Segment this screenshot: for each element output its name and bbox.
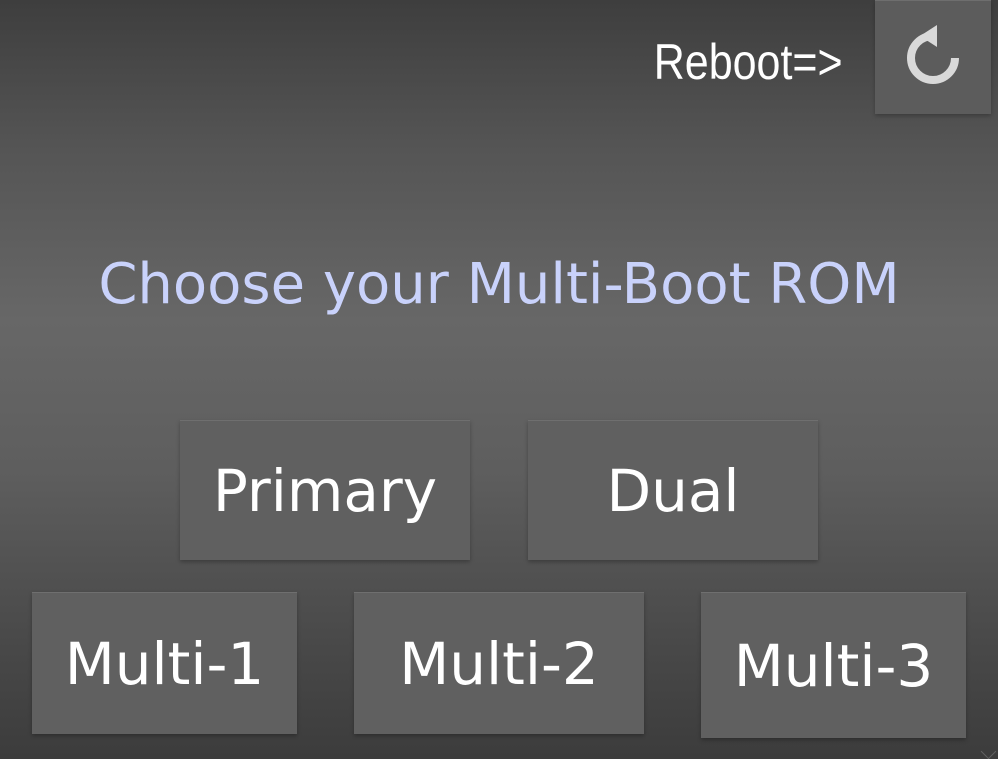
- dual-rom-button[interactable]: Dual: [528, 420, 818, 560]
- page-title: Choose your Multi-Boot ROM: [98, 252, 900, 317]
- multi-2-rom-button[interactable]: Multi-2: [354, 592, 644, 734]
- reboot-button[interactable]: [875, 0, 991, 114]
- multi-1-rom-button[interactable]: Multi-1: [32, 592, 297, 734]
- reboot-label: Reboot=>: [654, 34, 843, 90]
- resize-corner-icon: [980, 743, 997, 759]
- primary-rom-button[interactable]: Primary: [180, 420, 470, 560]
- restart-icon: [907, 24, 959, 84]
- multi-3-rom-button[interactable]: Multi-3: [701, 592, 966, 738]
